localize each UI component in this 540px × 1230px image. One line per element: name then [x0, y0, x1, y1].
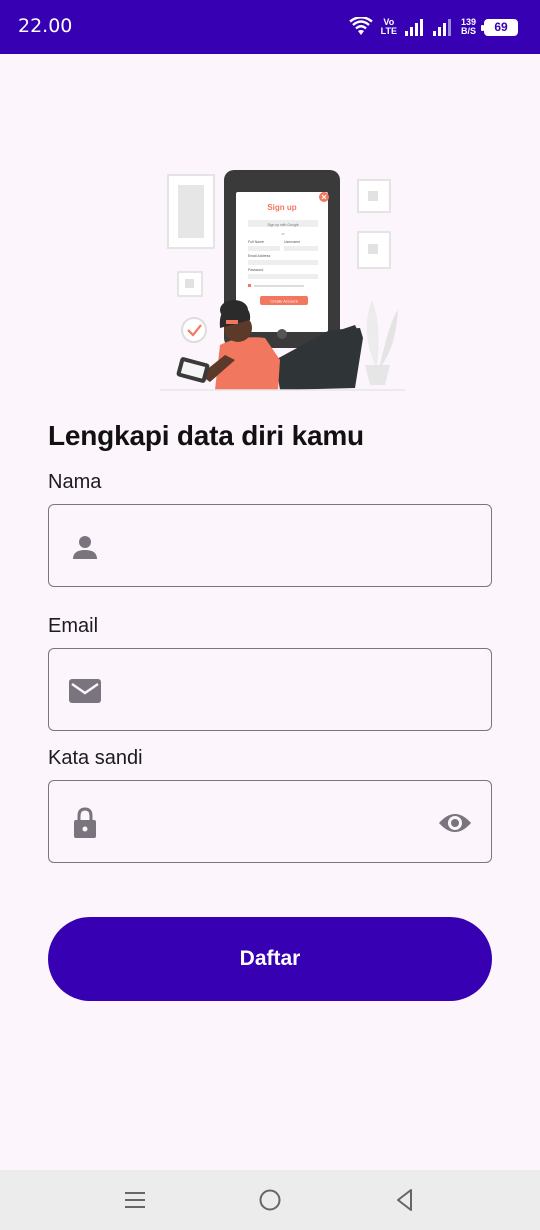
email-label: Email: [48, 615, 99, 637]
volte-indicator: Vo LTE: [380, 17, 397, 36]
person-icon: [73, 536, 97, 559]
menu-icon[interactable]: [121, 1186, 149, 1214]
email-field[interactable]: [48, 648, 492, 731]
password-field[interactable]: [48, 780, 492, 863]
home-icon[interactable]: [256, 1186, 284, 1214]
page-title: Lengkapi data diri kamu: [48, 420, 364, 451]
navigation-bar: [0, 1170, 540, 1230]
illus-password: Password: [248, 268, 263, 272]
signup-illustration: Sign up Sign up with Google or Full Name…: [160, 170, 405, 391]
status-time: 22.00: [18, 15, 73, 37]
password-label: Kata sandi: [48, 747, 143, 769]
status-icons: Vo LTE 139 B/S 69: [348, 12, 518, 42]
submit-button[interactable]: Daftar: [48, 917, 492, 1001]
illus-fullname: Full Name: [248, 240, 264, 244]
email-input[interactable]: [119, 669, 421, 711]
status-bar: 22.00 Vo LTE 139 B/S 69: [0, 0, 540, 54]
battery-icon: 69: [481, 18, 518, 36]
illus-email: Email Address: [248, 254, 271, 258]
eye-icon[interactable]: [437, 807, 473, 839]
lock-icon: [74, 807, 96, 838]
illus-title: Sign up: [267, 203, 296, 212]
illus-username: Username: [284, 240, 300, 244]
network-speed: 139 B/S: [460, 17, 476, 36]
name-label: Nama: [48, 471, 102, 493]
back-icon[interactable]: [391, 1186, 419, 1214]
mail-icon: [69, 679, 101, 703]
wifi-icon: [348, 17, 373, 35]
name-field[interactable]: [48, 504, 492, 587]
password-input[interactable]: [119, 801, 421, 843]
illus-create: Create Account: [270, 299, 298, 304]
signal-icon-1: [404, 19, 423, 36]
name-input[interactable]: [119, 525, 421, 567]
signal-icon-2: [432, 19, 451, 36]
illus-google: Sign up with Google: [267, 223, 298, 227]
